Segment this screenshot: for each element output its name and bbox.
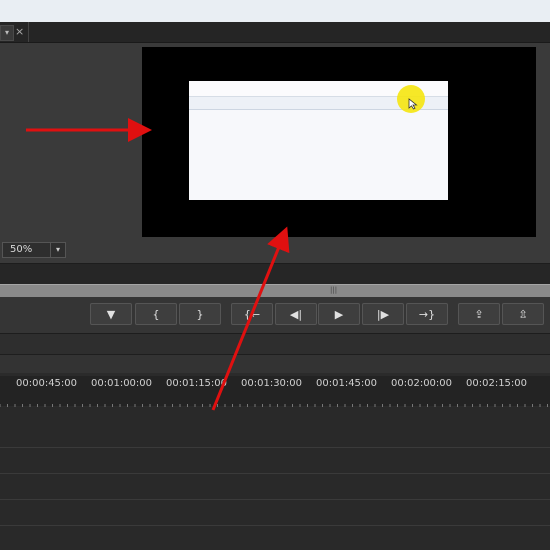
- timeline-tick-marks: [0, 394, 550, 409]
- timecode-label: 00:01:15:00: [166, 378, 228, 389]
- add-marker-button[interactable]: ▼: [90, 303, 132, 325]
- zoom-level-select[interactable]: 50% ▾: [2, 242, 66, 258]
- timecode-label: 00:02:15:00: [466, 378, 528, 389]
- timecode-label: 00:01:30:00: [241, 378, 303, 389]
- track-divider: [0, 447, 550, 448]
- go-to-out-button[interactable]: →}: [406, 303, 448, 325]
- track-divider: [0, 499, 550, 500]
- scroll-grip-icon[interactable]: |||: [330, 286, 337, 294]
- step-forward-button[interactable]: |▶: [362, 303, 404, 325]
- mouse-pointer-icon: [408, 95, 418, 110]
- mark-in-button[interactable]: {: [135, 303, 177, 325]
- track-divider: [0, 525, 550, 526]
- timecode-label: 00:01:00:00: [91, 378, 153, 389]
- panel-tab-bar: [0, 22, 550, 43]
- extract-button[interactable]: ⇫: [502, 303, 544, 325]
- chevron-down-icon: ▾: [50, 243, 65, 257]
- step-back-button[interactable]: ◀|: [275, 303, 317, 325]
- timeline-toolbar: [0, 355, 550, 373]
- zoom-scroll-bar[interactable]: [0, 284, 550, 298]
- zoom-level-value: 50%: [10, 244, 33, 255]
- timecode-label: 00:02:00:00: [391, 378, 453, 389]
- lift-button[interactable]: ⇪: [458, 303, 500, 325]
- timeline-tracks-area[interactable]: [0, 407, 550, 550]
- monitor-time-ruler[interactable]: [0, 263, 550, 284]
- timeline-header: [0, 334, 550, 355]
- tab-separator: [28, 22, 29, 42]
- panel-close-icon[interactable]: ×: [15, 25, 25, 39]
- timecode-label: 00:00:45:00: [16, 378, 78, 389]
- mark-out-button[interactable]: }: [179, 303, 221, 325]
- timecode-label: 00:01:45:00: [316, 378, 378, 389]
- window-top-strip: [0, 0, 550, 23]
- panel-menu-dropdown-icon[interactable]: ▾: [0, 25, 14, 41]
- go-to-in-button[interactable]: {←: [231, 303, 273, 325]
- play-button[interactable]: ▶: [318, 303, 360, 325]
- track-divider: [0, 473, 550, 474]
